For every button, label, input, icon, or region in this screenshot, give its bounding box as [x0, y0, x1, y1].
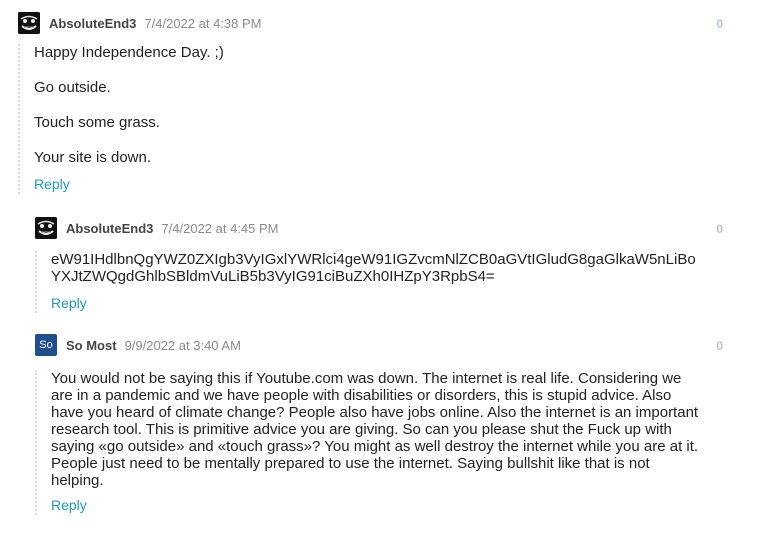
avatar[interactable] — [18, 12, 40, 34]
vote-count: 0 — [716, 17, 723, 31]
comment-line: helping. — [51, 472, 104, 489]
comment-header: AbsoluteEnd3 7/4/2022 at 4:45 PM — [35, 217, 723, 239]
comment-line: You would not be saying this if Youtube.… — [51, 370, 682, 387]
vote-count: 0 — [716, 222, 723, 236]
comment-paragraph: Touch some grass. — [34, 114, 160, 131]
comment-line: research tool. This is primitive advice … — [51, 421, 672, 438]
reply-link[interactable]: Reply — [34, 176, 70, 192]
comment-author[interactable]: So Most — [66, 338, 117, 353]
comment: So So Most 9/9/2022 at 3:40 AM 0 You wou… — [35, 334, 723, 515]
comment-body: Happy Independence Day. ;) Go outside. T… — [18, 44, 723, 194]
comment: AbsoluteEnd3 7/4/2022 at 4:38 PM 0 Happy… — [18, 12, 723, 194]
comment-line: have you heard of climate change? People… — [51, 404, 699, 421]
comment-body: You would not be saying this if Youtube.… — [35, 370, 723, 515]
comment-paragraph: Happy Independence Day. ;) — [34, 44, 224, 61]
comment-date[interactable]: 7/4/2022 at 4:45 PM — [161, 221, 278, 236]
comment-line: saying «go outside» and «touch grass»? Y… — [51, 438, 699, 455]
comment-author[interactable]: AbsoluteEnd3 — [49, 16, 136, 31]
reply-link[interactable]: Reply — [51, 497, 87, 513]
avatar[interactable]: So — [35, 334, 57, 356]
comment-paragraph: Your site is down. — [34, 149, 152, 166]
comment: AbsoluteEnd3 7/4/2022 at 4:45 PM 0 eW91I… — [35, 217, 723, 313]
comment-header: AbsoluteEnd3 7/4/2022 at 4:38 PM — [18, 12, 723, 34]
comment-header: So So Most 9/9/2022 at 3:40 AM — [35, 334, 723, 356]
avatar[interactable] — [35, 217, 57, 239]
comment-line: People just need to be mentally prepared… — [51, 455, 650, 472]
comment-date[interactable]: 9/9/2022 at 3:40 AM — [125, 338, 241, 353]
comment-author[interactable]: AbsoluteEnd3 — [66, 221, 153, 236]
comment-line: YXJtZWQgdGhlbSBldmVuLiB5b3VyIG91ciBuZXh0… — [51, 268, 495, 285]
comment-date[interactable]: 7/4/2022 at 4:38 PM — [144, 16, 261, 31]
comment-line: eW91IHdlbnQgYWZ0ZXIgb3VyIGxlYWRlci4geW91… — [51, 251, 696, 268]
comment-body: eW91IHdlbnQgYWZ0ZXIgb3VyIGxlYWRlci4geW91… — [35, 251, 723, 313]
reply-link[interactable]: Reply — [51, 295, 87, 311]
comment-paragraph: Go outside. — [34, 79, 111, 96]
vote-count: 0 — [716, 339, 723, 353]
comment-line: are in a pandemic and we have people wit… — [51, 387, 672, 404]
troll-face-icon — [35, 217, 57, 239]
troll-face-icon — [18, 12, 40, 34]
